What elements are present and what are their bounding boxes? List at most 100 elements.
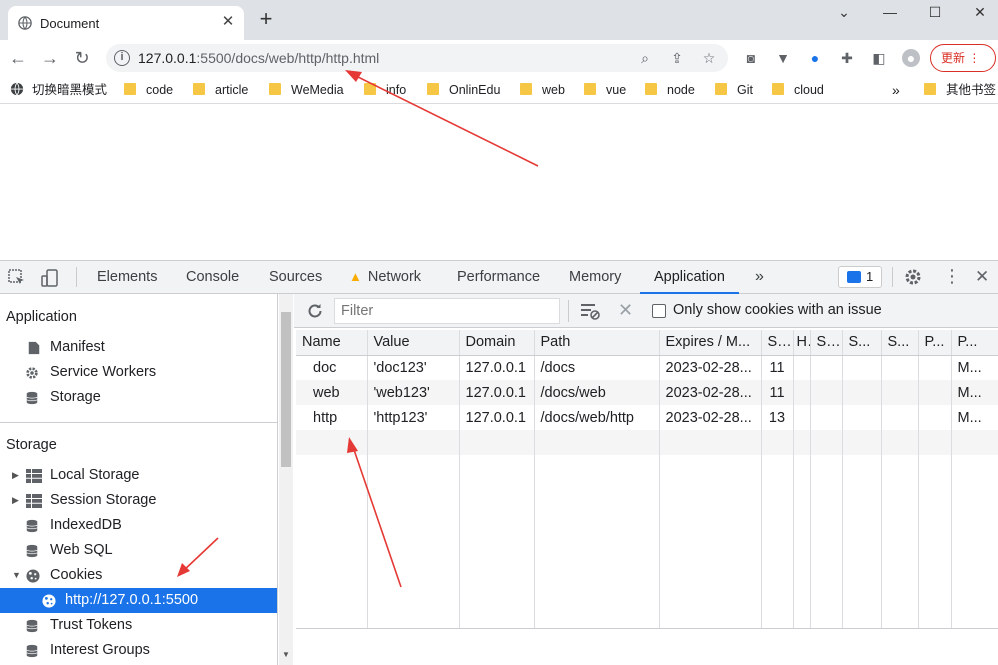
bookmark-folder-node[interactable]: node — [645, 82, 695, 100]
sidebar-item-service-workers[interactable]: Service Workers — [0, 360, 277, 385]
tab-performance[interactable]: Performance — [457, 261, 540, 293]
device-toolbar-icon[interactable] — [40, 268, 60, 288]
tab-console[interactable]: Console — [186, 261, 239, 293]
globe-icon — [18, 16, 32, 30]
sidebar-item-cookies[interactable]: ▼ Cookies — [0, 563, 277, 588]
issues-counter-button[interactable]: 1 — [838, 266, 882, 288]
column-header[interactable]: P... — [951, 330, 998, 356]
profile-avatar[interactable]: ● — [902, 49, 920, 67]
zoom-icon[interactable]: ⌕ — [636, 49, 654, 67]
scroll-down-arrow-icon[interactable]: ▼ — [282, 650, 290, 659]
kebab-menu-icon[interactable]: ⋮ — [943, 266, 961, 286]
issues-icon — [847, 271, 861, 283]
sidebar-item-cookie-origin[interactable]: http://127.0.0.1:5500 — [0, 588, 277, 613]
table-icon — [26, 469, 42, 483]
bookmark-folder-other[interactable]: 其他书签 — [924, 82, 996, 100]
puzzle-icon[interactable]: ✚ — [838, 49, 856, 67]
column-header[interactable]: P... — [918, 330, 952, 356]
clear-filtered-cookies-icon[interactable] — [580, 302, 600, 320]
column-header[interactable]: Name — [296, 330, 368, 356]
collapse-arrow-icon[interactable]: ▼ — [12, 563, 21, 588]
column-header[interactable]: Path — [534, 330, 660, 356]
bookmark-star-icon[interactable]: ☆ — [700, 49, 718, 67]
bookmark-folder-wemedia[interactable]: WeMedia — [269, 82, 344, 100]
gear-icon[interactable] — [904, 268, 922, 286]
column-header[interactable]: Domain — [459, 330, 535, 356]
vue-devtools-icon[interactable]: ▼ — [774, 49, 792, 67]
bookmark-folder-article[interactable]: article — [193, 82, 248, 100]
tab-application[interactable]: Application — [640, 261, 739, 294]
reload-button[interactable]: ↻ — [72, 48, 92, 68]
tab-title: Document — [40, 16, 100, 31]
update-button[interactable]: 更新 ⋮ — [930, 44, 996, 72]
bookmark-folder-code[interactable]: code — [124, 82, 173, 100]
column-header[interactable]: S... — [881, 330, 919, 356]
column-header[interactable]: S... — [842, 330, 882, 356]
column-header[interactable]: Value — [367, 330, 460, 356]
refresh-icon[interactable] — [306, 302, 324, 320]
minimize-button[interactable]: — — [880, 4, 900, 22]
site-info-icon[interactable]: i — [114, 50, 130, 66]
more-tabs-button[interactable]: » — [755, 261, 764, 293]
column-header[interactable]: Expires / M... — [659, 330, 762, 356]
expand-arrow-icon[interactable]: ▶ — [12, 463, 19, 488]
cookie-samesite — [842, 355, 882, 380]
globe-icon — [10, 82, 24, 96]
share-icon[interactable]: ⇪ — [668, 49, 686, 67]
sidebar-item-trust-tokens[interactable]: Trust Tokens — [0, 613, 277, 638]
sidebar-item-storage[interactable]: Storage — [0, 385, 277, 410]
delete-selected-icon[interactable]: ✕ — [618, 300, 633, 320]
address-bar[interactable]: i 127.0.0.1:5500/docs/web/http/http.html… — [106, 44, 728, 72]
forward-button[interactable]: → — [40, 48, 60, 68]
sidebar-item-indexeddb[interactable]: IndexedDB — [0, 513, 277, 538]
maximize-button[interactable]: ☐ — [925, 4, 945, 22]
column-header[interactable]: H — [793, 330, 811, 356]
folder-icon — [715, 83, 727, 95]
table-row[interactable]: http 'http123' 127.0.0.1 /docs/web/http … — [296, 405, 998, 430]
tab-search-icon[interactable]: ⌄ — [834, 4, 854, 22]
sidebar-item-web-sql[interactable]: Web SQL — [0, 538, 277, 563]
tab-network[interactable]: ▲ Network — [349, 261, 421, 293]
new-tab-button[interactable]: + — [256, 8, 276, 30]
bookmark-dark-mode[interactable]: 切换暗黑模式 — [10, 82, 107, 100]
tab-elements[interactable]: Elements — [97, 261, 157, 293]
bookmark-folder-vue[interactable]: vue — [584, 82, 626, 100]
sidebar-item-interest-groups[interactable]: Interest Groups — [0, 638, 277, 663]
table-row[interactable]: web 'web123' 127.0.0.1 /docs/web 2023-02… — [296, 380, 998, 405]
column-header[interactable]: S... — [761, 330, 794, 356]
bookmark-folder-info[interactable]: info — [364, 82, 406, 100]
cookie-name: doc — [296, 355, 368, 380]
sidebar-scrollbar[interactable]: ▼ — [279, 294, 293, 665]
close-tab-icon[interactable]: ✕ — [220, 14, 236, 30]
bookmarks-overflow-button[interactable]: » — [892, 82, 900, 100]
bookmark-folder-cloud[interactable]: cloud — [772, 82, 824, 100]
bookmark-folder-onlinedu[interactable]: OnlinEdu — [427, 82, 500, 100]
cookie-expires: 2023-02-28... — [659, 380, 762, 405]
expand-arrow-icon[interactable]: ▶ — [12, 488, 19, 513]
sidebar-item-manifest[interactable]: Manifest — [0, 335, 277, 360]
filter-input[interactable] — [334, 298, 560, 324]
column-header[interactable]: S... — [810, 330, 843, 356]
gear-icon — [26, 367, 38, 379]
extension-icon[interactable]: ● — [806, 49, 824, 67]
table-row[interactable]: doc 'doc123' 127.0.0.1 /docs 2023-02-28.… — [296, 355, 998, 380]
tab-memory[interactable]: Memory — [569, 261, 621, 293]
sidebar-item-session-storage[interactable]: ▶ Session Storage — [0, 488, 277, 513]
inspect-element-icon[interactable] — [8, 269, 26, 287]
close-devtools-icon[interactable]: ✕ — [975, 267, 989, 287]
bookmark-folder-git[interactable]: Git — [715, 82, 753, 100]
side-panel-icon[interactable]: ◧ — [870, 49, 888, 67]
back-button[interactable]: ← — [8, 48, 28, 68]
tab-sources[interactable]: Sources — [269, 261, 322, 293]
folder-icon — [269, 83, 281, 95]
url-text[interactable]: 127.0.0.1:5500/docs/web/http/http.html — [138, 50, 379, 66]
only-issues-checkbox[interactable] — [652, 304, 666, 318]
scrollbar-thumb[interactable] — [281, 312, 291, 467]
bookmark-folder-web[interactable]: web — [520, 82, 565, 100]
cookie-value: 'web123' — [367, 380, 460, 405]
camera-icon[interactable]: ◙ — [742, 49, 760, 67]
sidebar-item-local-storage[interactable]: ▶ Local Storage — [0, 463, 277, 488]
browser-tab[interactable]: Document ✕ — [8, 6, 244, 40]
folder-icon — [193, 83, 205, 95]
close-window-button[interactable]: ✕ — [970, 4, 990, 22]
